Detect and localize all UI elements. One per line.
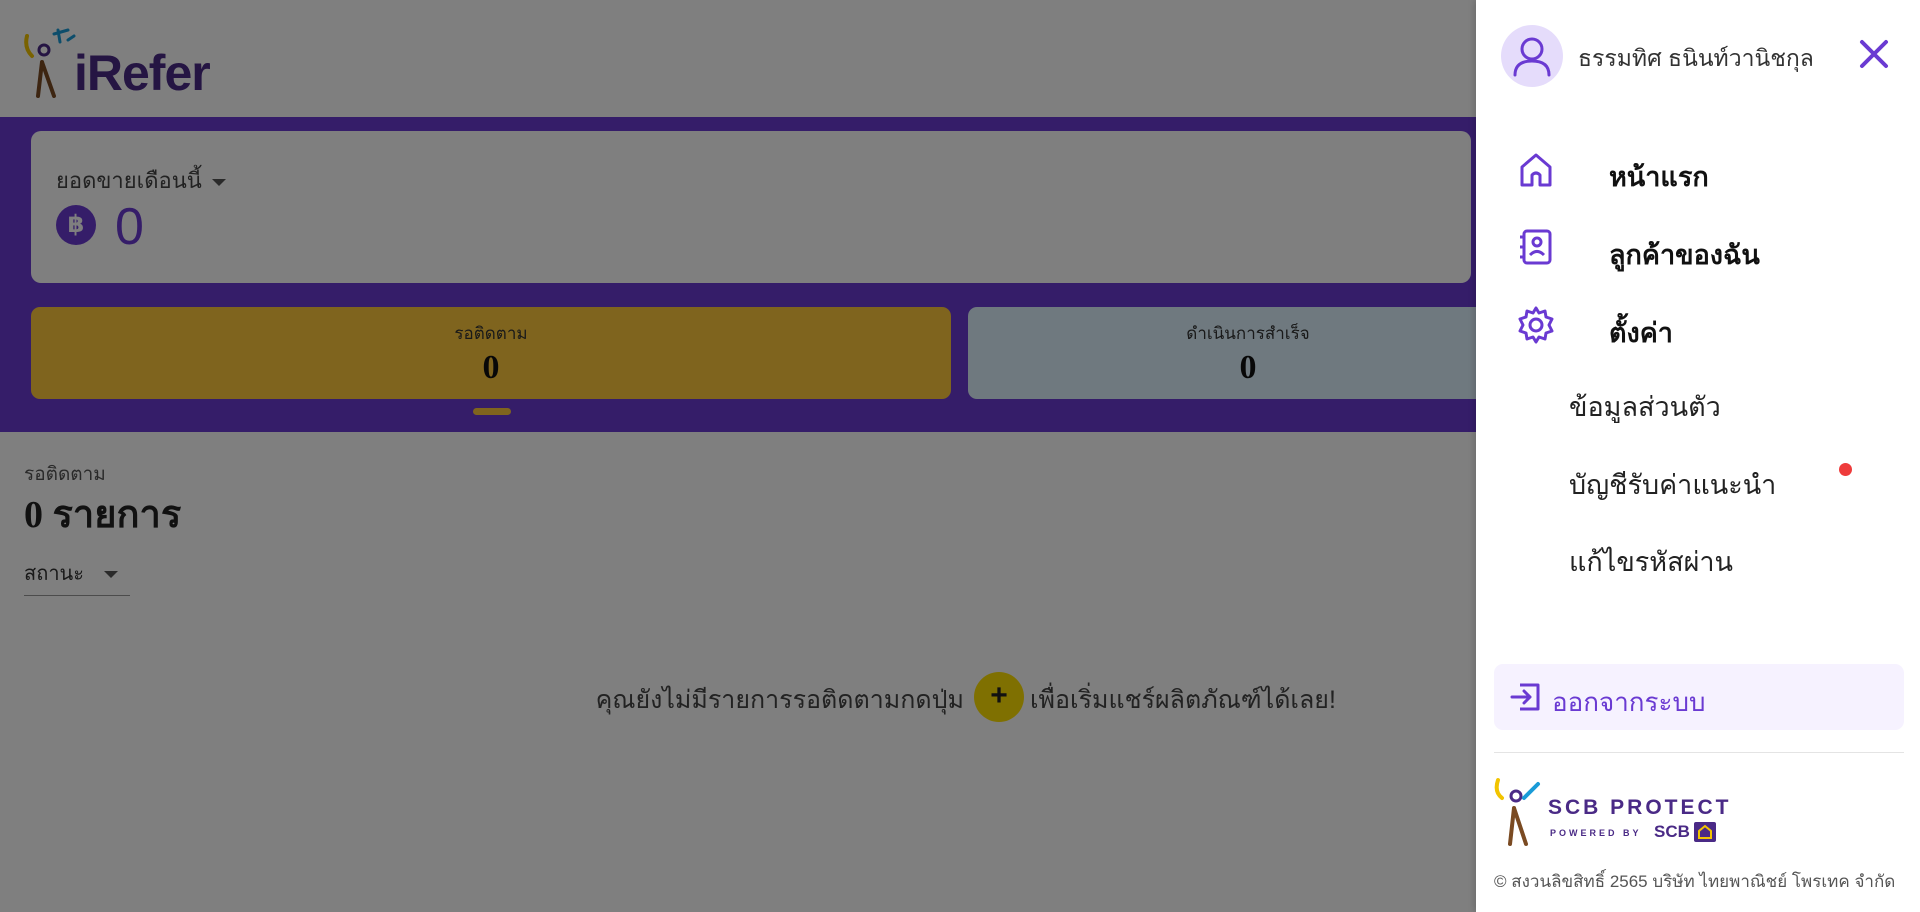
close-drawer-button[interactable]: [1856, 36, 1892, 72]
user-avatar: [1501, 25, 1563, 87]
side-drawer: ธรรมทิศ ธนินท์วานิชกุล หน้าแรก ลูกค้าของ…: [1476, 0, 1920, 912]
menu-item-label: ตั้งค่า: [1609, 318, 1673, 348]
close-icon: [1860, 40, 1888, 68]
submenu-referral-account-label: บัญชีรับค่าแนะนำ: [1569, 470, 1777, 500]
submenu-change-password[interactable]: แก้ไขรหัสผ่าน: [1569, 540, 1733, 583]
menu-item-home[interactable]: หน้าแรก: [1516, 145, 1896, 195]
home-icon: [1520, 153, 1552, 187]
copyright-text: © สงวนลิขสิทธิ์ 2565 บริษัท ไทยพาณิชย์ โ…: [1494, 872, 1896, 891]
menu-item-label: ลูกค้าของฉัน: [1609, 240, 1760, 270]
brand-name: SCB PROTECT: [1548, 796, 1732, 819]
app-page: iRefer ยอดขายเดือนนี้ ฿ 0 รอติดตาม 0 ดำเ…: [0, 0, 1920, 912]
user-name: ธรรมทิศ ธนินท์วานิชกุล: [1578, 45, 1814, 71]
logout-button[interactable]: ออกจากระบบ: [1494, 664, 1904, 730]
user-icon: [1513, 37, 1551, 77]
gear-icon: [1518, 306, 1554, 344]
logout-icon: [1510, 683, 1540, 711]
brand-bank: SCB: [1654, 822, 1690, 841]
submenu-referral-account[interactable]: บัญชีรับค่าแนะนำ: [1569, 463, 1859, 503]
submenu-personal-info[interactable]: ข้อมูลส่วนตัว: [1569, 385, 1721, 428]
logout-label: ออกจากระบบ: [1552, 687, 1706, 717]
menu-item-label: หน้าแรก: [1609, 162, 1709, 192]
notification-dot: [1839, 463, 1852, 476]
drawer-backdrop[interactable]: [0, 0, 1476, 912]
menu-item-settings[interactable]: ตั้งค่า: [1516, 301, 1896, 351]
scb-figure-icon: [1494, 778, 1540, 846]
scb-emblem-icon: [1694, 822, 1716, 842]
scb-protect-logo: SCB PROTECT POWERED BY SCB: [1492, 776, 1732, 848]
drawer-divider: [1494, 752, 1904, 753]
contacts-icon: [1520, 229, 1552, 265]
menu-item-my-customers[interactable]: ลูกค้าของฉัน: [1516, 223, 1896, 273]
brand-tagline: POWERED BY: [1550, 828, 1642, 838]
